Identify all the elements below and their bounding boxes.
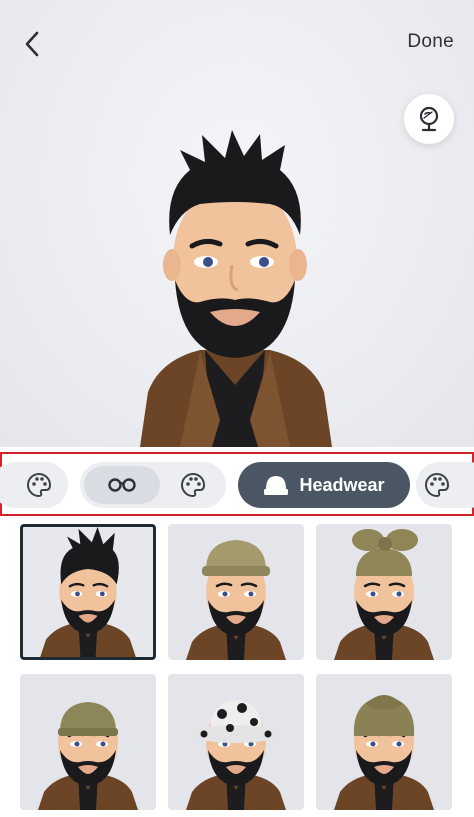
category-headwear[interactable]: Headwear — [238, 462, 410, 508]
avatar-figure — [140, 130, 332, 447]
category-bar: Headwear — [0, 452, 474, 516]
category-headwear-label: Headwear — [299, 474, 385, 495]
chevron-left-icon — [25, 31, 39, 57]
palette-icon — [425, 472, 450, 498]
palette-icon — [181, 472, 206, 498]
headwear-option-olive-head-wrap-bow[interactable] — [316, 524, 452, 660]
headwear-option-avatar — [186, 540, 286, 660]
category-glasses[interactable] — [84, 466, 160, 504]
category-headwear-color[interactable] — [416, 462, 474, 508]
headwear-option-avatar — [334, 695, 434, 810]
category-glasses-color[interactable] — [168, 466, 218, 504]
headwear-option-olive-turban[interactable] — [316, 674, 452, 810]
back-button[interactable] — [14, 26, 50, 62]
palette-icon — [27, 472, 52, 498]
glasses-icon — [108, 478, 136, 492]
mirror-icon — [419, 106, 439, 132]
beanie-icon — [264, 476, 289, 495]
headwear-option-avatar — [334, 529, 434, 660]
done-button[interactable]: Done — [407, 31, 454, 53]
category-glasses-group — [80, 462, 226, 508]
headwear-option-olive-beanie[interactable] — [20, 674, 156, 810]
category-color-left[interactable] — [0, 462, 68, 508]
headwear-option-none[interactable] — [20, 524, 156, 660]
headwear-option-avatar — [38, 702, 138, 810]
headwear-option-olive-cap[interactable] — [168, 524, 304, 660]
mirror-button[interactable] — [404, 94, 454, 144]
avatar-preview: Done — [0, 0, 474, 447]
headwear-option-avatar — [40, 527, 136, 657]
headwear-option-floral-bucket-hat[interactable] — [168, 674, 304, 810]
headwear-option-avatar — [186, 700, 286, 810]
